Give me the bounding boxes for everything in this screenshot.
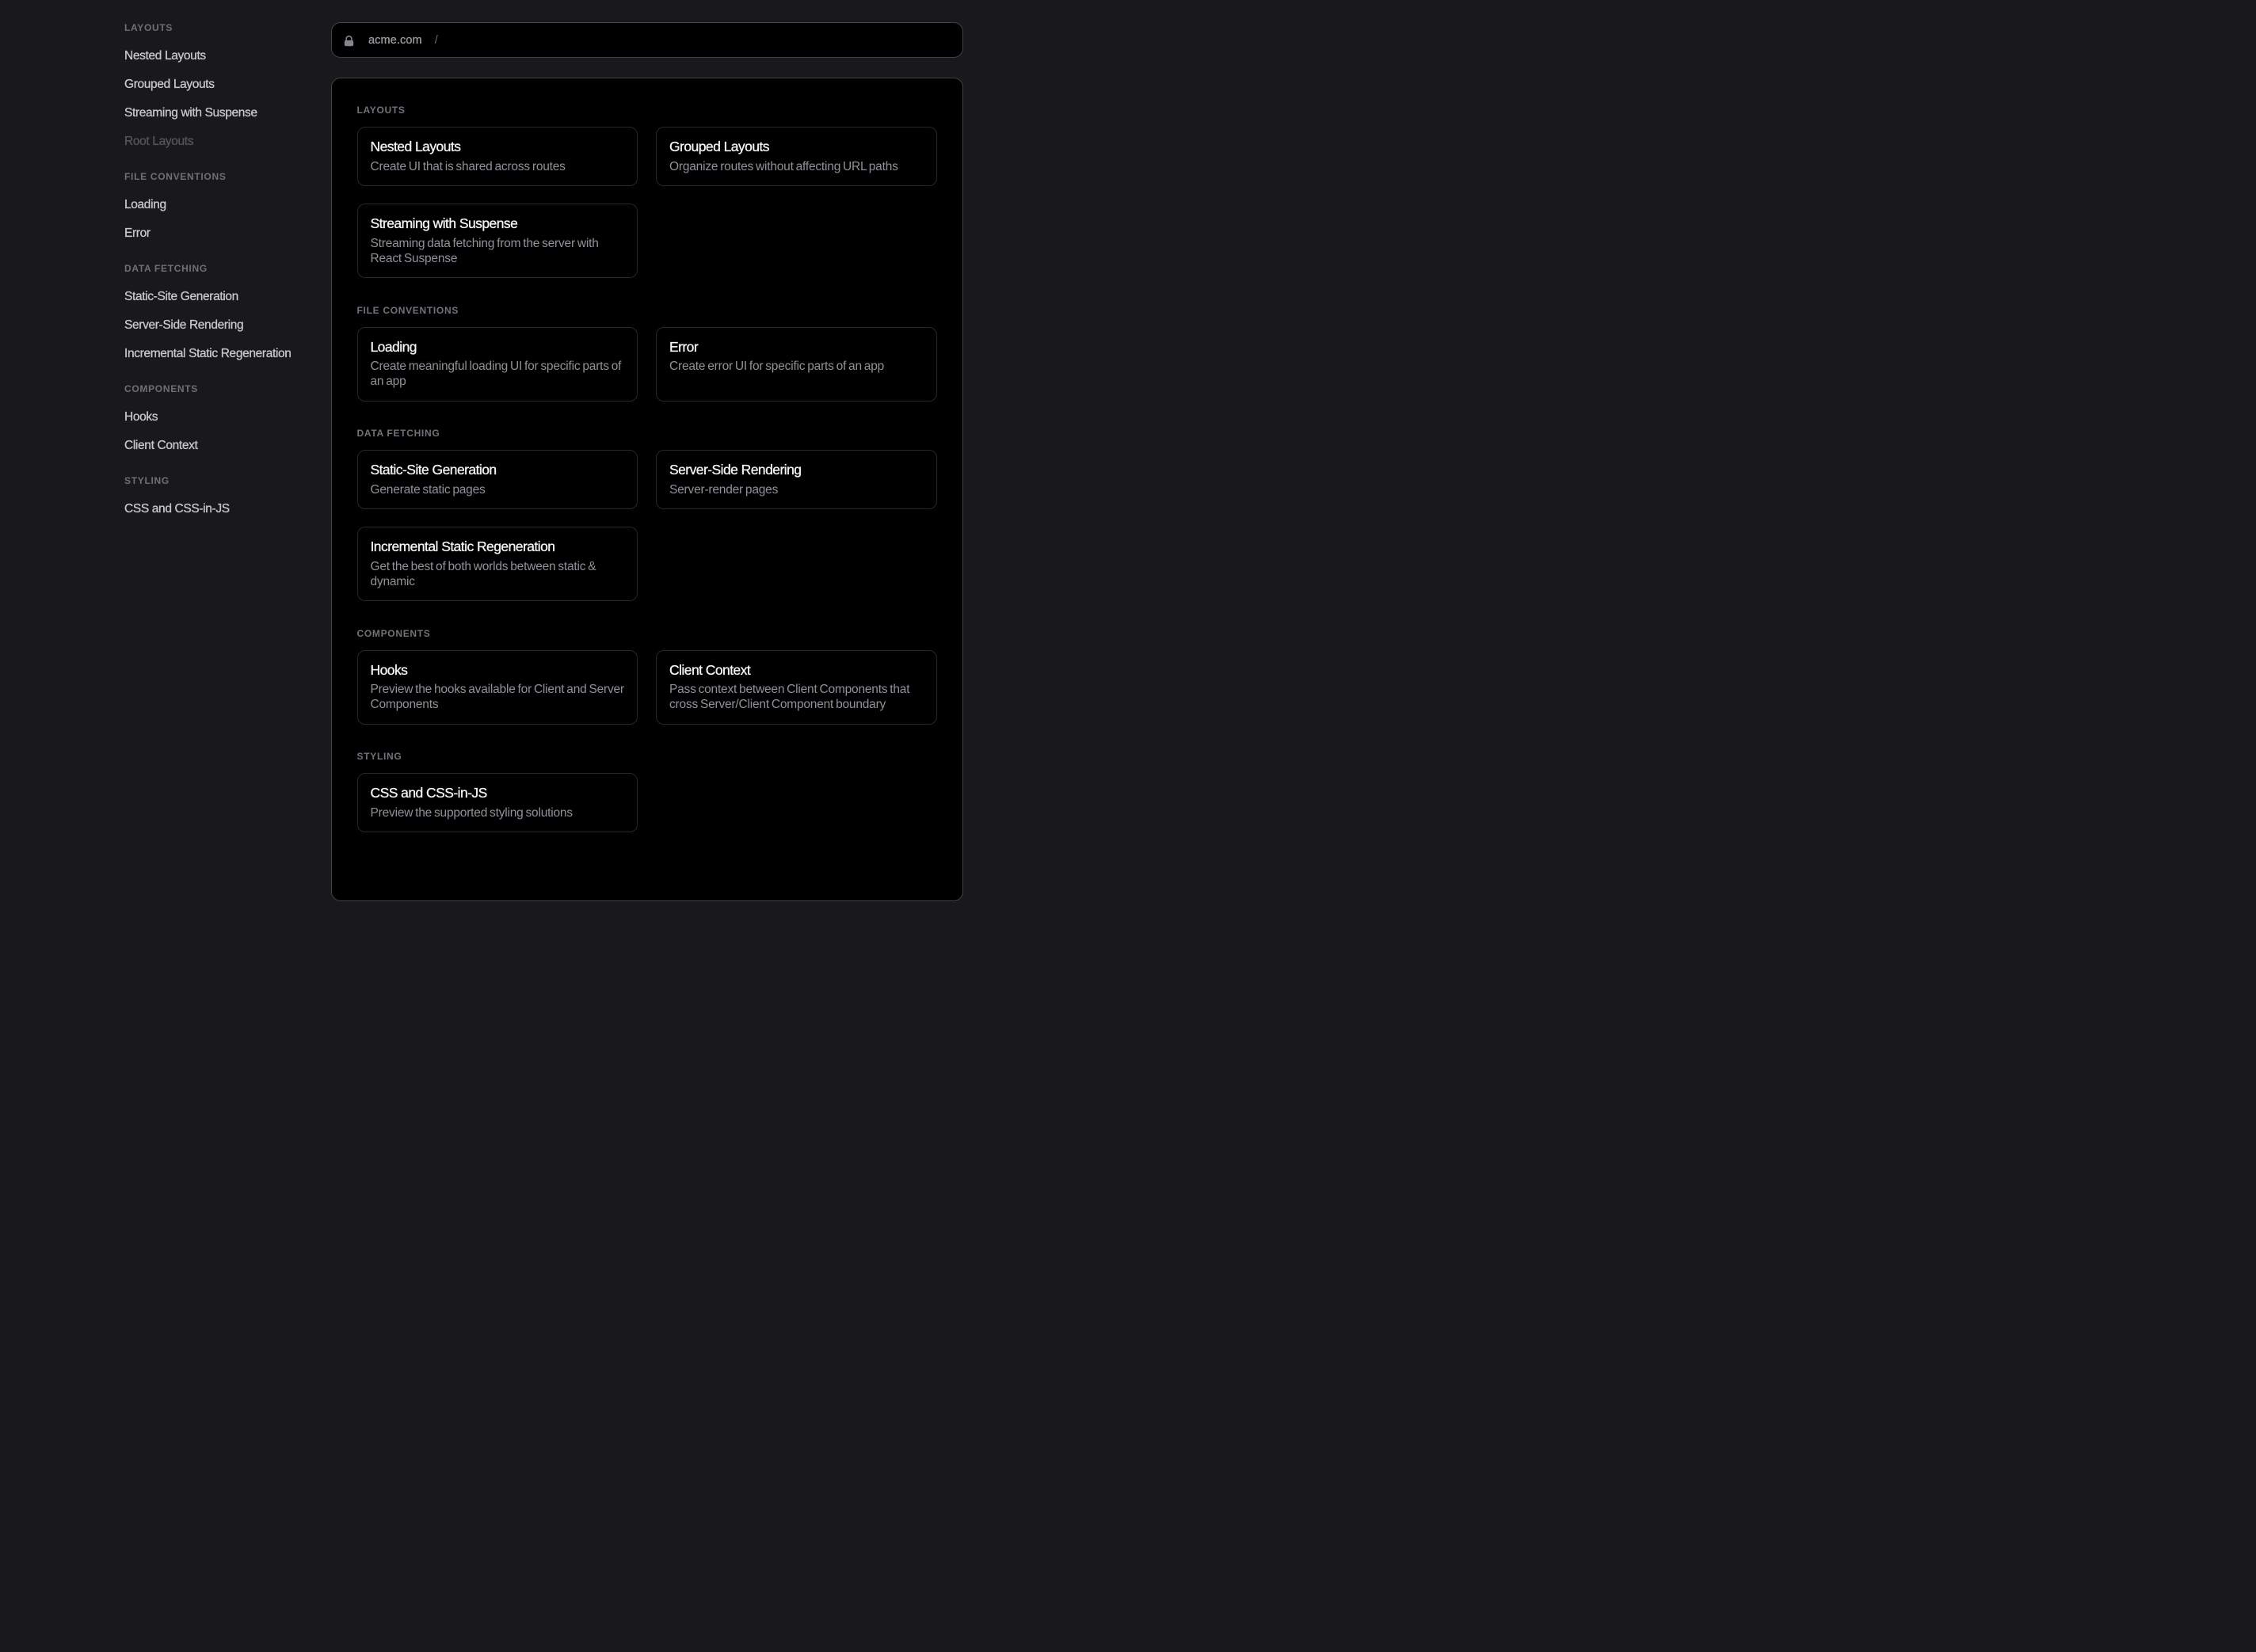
card-description: Create meaningful loading UI for specifi… [371,359,625,389]
sidebar-group-label-styling: STYLING [124,474,322,487]
panel-section-label-components: COMPONENTS [357,627,937,640]
panel-section-components: COMPONENTS Hooks Preview the hooks avail… [357,627,937,725]
card-title: Grouped Layouts [669,137,924,156]
sidebar-item-css-and-css-in-js[interactable]: CSS and CSS-in-JS [124,493,322,522]
card-grid: Static-Site Generation Generate static p… [357,450,937,601]
card-description: Organize routes without affecting URL pa… [669,159,924,174]
address-path-separator: / [435,34,438,47]
lock-icon [343,35,355,47]
card-title: Server-Side Rendering [669,460,924,479]
sidebar-item-nested-layouts[interactable]: Nested Layouts [124,40,322,69]
demo-card-loading[interactable]: Loading Create meaningful loading UI for… [357,327,638,402]
card-description: Preview the hooks available for Client a… [371,682,625,712]
card-title: Error [669,337,924,356]
panel-section-file-conventions: FILE CONVENTIONS Loading Create meaningf… [357,304,937,402]
sidebar-group-label-components: COMPONENTS [124,383,322,395]
card-description: Server-render pages [669,482,924,497]
sidebar-item-streaming-with-suspense[interactable]: Streaming with Suspense [124,97,322,126]
panel-section-label-styling: STYLING [357,750,937,763]
card-title: CSS and CSS-in-JS [371,783,625,802]
sidebar-group-file-conventions: FILE CONVENTIONS Loading Error [124,170,322,246]
card-description: Pass context between Client Components t… [669,682,924,712]
sidebar-item-loading[interactable]: Loading [124,189,322,218]
card-grid: Nested Layouts Create UI that is shared … [357,127,937,278]
demo-card-streaming-with-suspense[interactable]: Streaming with Suspense Streaming data f… [357,204,638,278]
sidebar-group-label-file-conventions: FILE CONVENTIONS [124,170,322,183]
sidebar-item-grouped-layouts[interactable]: Grouped Layouts [124,69,322,97]
card-description: Get the best of both worlds between stat… [371,559,625,589]
demo-card-incremental-static-regeneration[interactable]: Incremental Static Regeneration Get the … [357,527,638,601]
card-description: Preview the supported styling solutions [371,805,625,820]
sidebar-item-hooks[interactable]: Hooks [124,402,322,430]
sidebar-group-label-data-fetching: DATA FETCHING [124,262,322,275]
address-domain: acme.com [368,34,422,47]
content-panel: LAYOUTS Nested Layouts Create UI that is… [331,78,963,901]
sidebar-group-label-layouts: LAYOUTS [124,21,322,34]
card-title: Incremental Static Regeneration [371,537,625,556]
card-title: Hooks [371,660,625,679]
demo-card-hooks[interactable]: Hooks Preview the hooks available for Cl… [357,650,638,725]
card-title: Loading [371,337,625,356]
sidebar-item-error[interactable]: Error [124,218,322,246]
sidebar-item-root-layouts[interactable]: Root Layouts [124,126,322,154]
panel-section-label-layouts: LAYOUTS [357,104,937,116]
card-title: Client Context [669,660,924,679]
card-title: Nested Layouts [371,137,625,156]
sidebar-item-static-site-generation[interactable]: Static-Site Generation [124,281,322,310]
demo-card-client-context[interactable]: Client Context Pass context between Clie… [656,650,937,725]
card-grid: Hooks Preview the hooks available for Cl… [357,650,937,725]
sidebar-item-incremental-static-regeneration[interactable]: Incremental Static Regeneration [124,338,322,367]
card-description: Create error UI for specific parts of an… [669,359,924,374]
sidebar-item-client-context[interactable]: Client Context [124,430,322,459]
demo-card-static-site-generation[interactable]: Static-Site Generation Generate static p… [357,450,638,509]
sidebar-nav: LAYOUTS Nested Layouts Grouped Layouts S… [124,21,322,538]
panel-section-label-data-fetching: DATA FETCHING [357,427,937,440]
panel-section-label-file-conventions: FILE CONVENTIONS [357,304,937,317]
demo-card-server-side-rendering[interactable]: Server-Side Rendering Server-render page… [656,450,937,509]
demo-card-grouped-layouts[interactable]: Grouped Layouts Organize routes without … [656,127,937,186]
sidebar-item-server-side-rendering[interactable]: Server-Side Rendering [124,310,322,338]
card-description: Streaming data fetching from the server … [371,236,625,266]
demo-card-error[interactable]: Error Create error UI for specific parts… [656,327,937,402]
card-description: Generate static pages [371,482,625,497]
panel-section-data-fetching: DATA FETCHING Static-Site Generation Gen… [357,427,937,601]
card-description: Create UI that is shared across routes [371,159,625,174]
sidebar-group-data-fetching: DATA FETCHING Static-Site Generation Ser… [124,262,322,367]
card-grid: CSS and CSS-in-JS Preview the supported … [357,773,937,832]
panel-section-styling: STYLING CSS and CSS-in-JS Preview the su… [357,750,937,832]
sidebar-group-styling: STYLING CSS and CSS-in-JS [124,474,322,522]
panel-section-layouts: LAYOUTS Nested Layouts Create UI that is… [357,104,937,278]
sidebar-group-layouts: LAYOUTS Nested Layouts Grouped Layouts S… [124,21,322,154]
card-title: Static-Site Generation [371,460,625,479]
demo-card-nested-layouts[interactable]: Nested Layouts Create UI that is shared … [357,127,638,186]
sidebar-group-components: COMPONENTS Hooks Client Context [124,383,322,459]
card-grid: Loading Create meaningful loading UI for… [357,327,937,402]
demo-card-css-and-css-in-js[interactable]: CSS and CSS-in-JS Preview the supported … [357,773,638,832]
address-bar[interactable]: acme.com / [331,22,963,58]
card-title: Streaming with Suspense [371,214,625,233]
